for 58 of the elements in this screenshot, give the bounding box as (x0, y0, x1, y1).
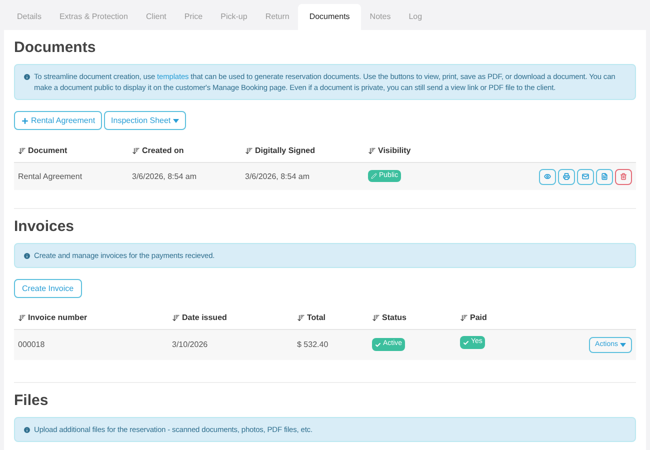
table-cell-text: 3/6/2026, 8:54 am (244, 170, 310, 182)
table-cell-text: 3/10/2026 (171, 339, 209, 351)
print-button[interactable] (558, 168, 575, 184)
tab[interactable]: Extras & Protection (50, 4, 137, 30)
tab[interactable]: Details (8, 4, 50, 30)
sort-icon[interactable] (372, 314, 380, 322)
check-icon (375, 342, 381, 348)
caret-icon (620, 343, 626, 347)
column-header[interactable]: Visibility (378, 145, 411, 157)
tab[interactable]: Return (256, 4, 298, 30)
trash-icon (620, 173, 627, 180)
sort-icon[interactable] (18, 147, 26, 155)
envelope-icon (582, 173, 589, 180)
sort-icon[interactable] (368, 147, 376, 155)
create-invoice-button[interactable]: Create Invoice (14, 279, 82, 298)
caret-icon (172, 118, 179, 122)
email-button[interactable] (577, 168, 594, 184)
column-header[interactable]: Paid (470, 312, 487, 324)
column-header[interactable]: Digitally Signed (255, 145, 316, 157)
plus-icon (21, 116, 29, 124)
column-header[interactable]: Invoice number (28, 312, 88, 324)
view-button[interactable] (539, 168, 556, 184)
tab[interactable]: Price (175, 4, 212, 30)
table-cell-text: 3/6/2026, 8:54 am (131, 170, 198, 182)
info-icon (23, 426, 31, 434)
info-icon (23, 252, 31, 260)
delete-button[interactable] (615, 168, 632, 184)
column-header[interactable]: Status (382, 312, 406, 324)
info-icon (23, 73, 31, 81)
section-title: Invoices (14, 217, 76, 237)
tab[interactable]: Documents (298, 4, 361, 30)
sort-icon[interactable] (460, 314, 468, 322)
sort-icon[interactable] (132, 147, 140, 155)
sort-icon[interactable] (172, 314, 180, 322)
printer-icon (563, 173, 570, 180)
table-cell-text: 000018 (17, 339, 46, 351)
document-icon (601, 173, 608, 180)
dropdown-button[interactable]: Inspection Sheet (104, 111, 186, 130)
sort-icon[interactable] (297, 314, 305, 322)
section-title: Documents (14, 38, 97, 58)
table-cell-text: $ 532.40 (296, 339, 330, 351)
tab[interactable]: Notes (360, 4, 400, 30)
column-header[interactable]: Total (307, 312, 326, 324)
column-header[interactable]: Created on (142, 145, 184, 157)
sort-icon[interactable] (245, 147, 253, 155)
column-header[interactable]: Date issued (182, 312, 227, 324)
pdf-button[interactable] (596, 168, 613, 184)
tab[interactable]: Pick-up (212, 4, 256, 30)
column-header[interactable]: Document (28, 145, 68, 157)
pencil-icon (371, 173, 377, 180)
sort-icon[interactable] (18, 314, 26, 322)
tab[interactable]: Client (136, 4, 176, 30)
section-title: Files (14, 391, 50, 411)
eye-icon (544, 173, 551, 180)
check-icon (463, 340, 469, 346)
tab[interactable]: Log (400, 4, 432, 30)
add-button[interactable]: Rental Agreement (14, 111, 102, 130)
table-cell-text: Rental Agreement (17, 170, 84, 182)
